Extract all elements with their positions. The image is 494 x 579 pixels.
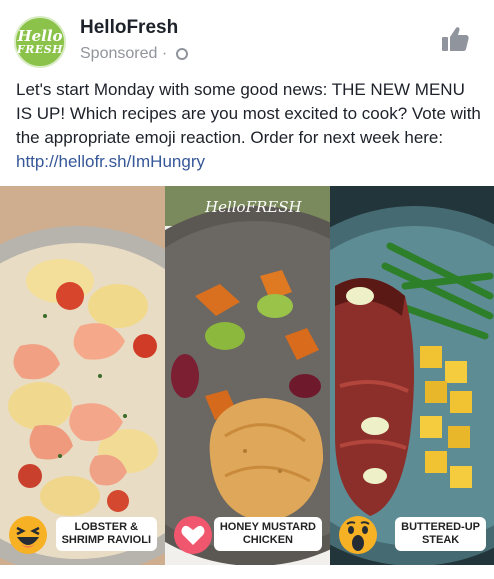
label-line: BUTTERED-UP xyxy=(401,521,480,533)
caption-text: Let's start Monday with some good news: … xyxy=(16,80,481,147)
love-emoji[interactable] xyxy=(173,515,213,555)
post-caption: Let's start Monday with some good news: … xyxy=(16,78,484,174)
post-meta: Sponsored · xyxy=(80,45,188,63)
sponsored-post: Hello FRESH HelloFresh Sponsored · Let's… xyxy=(0,0,494,579)
hellofresh-logo[interactable]: Hello FRESH xyxy=(14,16,66,68)
label-line: STEAK xyxy=(421,534,460,546)
label-line: CHICKEN xyxy=(242,534,293,546)
photo-strip[interactable]: LOBSTER & SHRIMP RAVIOLI HelloFRESH HONE… xyxy=(0,186,494,565)
heart-icon xyxy=(174,516,212,554)
photo-honey-mustard-chicken[interactable]: HelloFRESH HONEY MUSTARD CHICKEN xyxy=(165,186,330,565)
dish-label-ravioli: LOBSTER & SHRIMP RAVIOLI xyxy=(55,517,157,551)
wow-emoji[interactable] xyxy=(338,515,378,555)
photo-buttered-steak[interactable]: BUTTERED-UP STEAK xyxy=(330,186,494,565)
page-name[interactable]: HelloFresh xyxy=(80,17,178,39)
dish-label-chicken: HONEY MUSTARD CHICKEN xyxy=(213,517,322,551)
ravioli-dish-image xyxy=(0,186,165,565)
chicken-dish-image: HelloFRESH xyxy=(165,186,330,565)
watermark-text: HelloFRESH xyxy=(204,198,303,216)
post-header: Hello FRESH HelloFresh Sponsored · xyxy=(0,0,494,72)
dish-label-steak: BUTTERED-UP STEAK xyxy=(395,517,486,551)
label-line: LOBSTER & xyxy=(74,521,139,533)
steak-dish-image xyxy=(330,186,494,565)
label-line: HONEY MUSTARD xyxy=(219,521,316,533)
haha-emoji[interactable] xyxy=(8,515,48,555)
order-link[interactable]: http://hellofr.sh/ImHungry xyxy=(16,152,205,171)
haha-face-icon xyxy=(9,516,47,554)
wow-face-icon xyxy=(339,516,377,554)
globe-icon xyxy=(175,48,188,60)
photo-lobster-ravioli[interactable]: LOBSTER & SHRIMP RAVIOLI xyxy=(0,186,165,565)
label-line: SHRIMP RAVIOLI xyxy=(61,534,151,546)
logo-text-fresh: FRESH xyxy=(16,43,64,56)
sponsored-label: Sponsored · xyxy=(80,45,172,62)
thumbs-up-icon[interactable] xyxy=(440,24,470,54)
